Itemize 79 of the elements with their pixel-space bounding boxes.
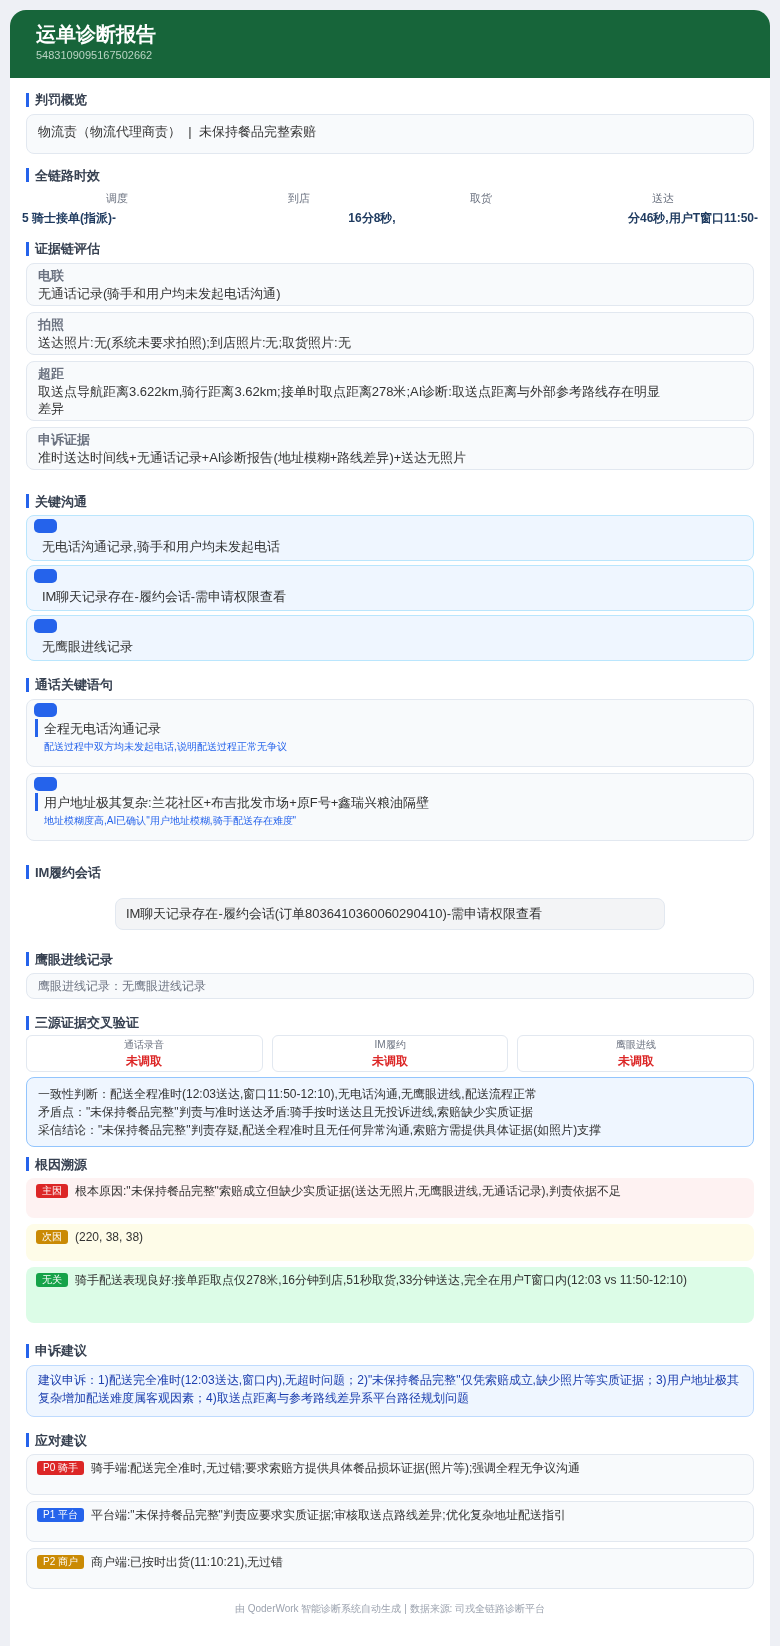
stage-label: 取货 bbox=[470, 192, 492, 204]
stage-label: 到店 bbox=[288, 192, 310, 204]
stage-label: 调度 bbox=[106, 192, 128, 204]
quote-marker bbox=[35, 719, 38, 738]
report-title: 运单诊断报告 bbox=[36, 22, 157, 47]
source-label: 鹰眼进线 bbox=[614, 1037, 657, 1052]
section-marker bbox=[26, 168, 29, 183]
source-status: 未调取 bbox=[371, 1052, 409, 1070]
action-text: 平台端:"未保持餐品完整"判责应要求实质证据;审核取送点路线差异;优化复杂地址配送指引 bbox=[91, 1507, 566, 1524]
source-label: IM履约 bbox=[373, 1037, 407, 1052]
evidence-label: 超距 bbox=[38, 364, 65, 383]
im-notice: IM聊天记录存在-履约会话(订单8036410360060290410)-需申请权限查看 bbox=[115, 898, 665, 930]
communication-text: 无电话沟通记录,骑手和用户均未发起电话 bbox=[41, 538, 281, 556]
section-title: 申诉建议 bbox=[35, 1342, 87, 1360]
quote-note: 配送过程中双方均未发起电话,说明配送过程正常无争议 bbox=[43, 740, 288, 754]
tag-badge bbox=[34, 619, 57, 633]
tag-badge bbox=[34, 776, 57, 791]
section-marker bbox=[26, 952, 29, 967]
section-marker bbox=[26, 92, 29, 107]
hawkeye-text: 鹰眼进线记录：无鹰眼进线记录 bbox=[26, 973, 754, 999]
section-marker bbox=[26, 241, 29, 256]
evidence-label: 电联 bbox=[38, 266, 65, 285]
section-marker bbox=[26, 1157, 29, 1172]
communication-text: IM聊天记录存在-履约会话-需申请权限查看 bbox=[41, 588, 288, 606]
source-status: 未调取 bbox=[616, 1052, 655, 1070]
evidence-label: 申诉证据 bbox=[38, 430, 91, 449]
quote-text: 全程无电话沟通记录 bbox=[44, 719, 161, 738]
evidence-text: 准时送达时间线+无通话记录+AI诊断报告(地址模糊+路线差异)+送达无照片 bbox=[38, 448, 468, 466]
tag-badge bbox=[34, 569, 57, 583]
timeline-text: 5 骑士接单(指派)- bbox=[22, 210, 116, 227]
cause-tag: 无关 bbox=[36, 1273, 68, 1287]
section-marker bbox=[26, 1433, 29, 1448]
section-title: 证据链评估 bbox=[35, 240, 100, 258]
section-title: IM履约会话 bbox=[35, 863, 102, 882]
priority-tag: P0 骑手 bbox=[37, 1461, 84, 1475]
stage-label: 送达 bbox=[652, 192, 674, 204]
evidence-text: 无通话记录(骑手和用户均未发起电话沟通) bbox=[38, 284, 282, 302]
section-marker bbox=[26, 494, 29, 509]
evidence-text: 取送点导航距离3.622km,骑行距离3.62km;接单时取点距离278米;AI诊断:取送点距离与外部参考路线存在明显差异 bbox=[38, 382, 661, 417]
priority-tag: P2 商户 bbox=[37, 1555, 84, 1569]
conclusion-line: 采信结论："未保持餐品完整"判责存疑,配送全程准时且无任何异常沟通,索赔方需提供具体证据(如照片)支撑 bbox=[38, 1121, 603, 1139]
cause-tag: 次因 bbox=[36, 1230, 68, 1244]
section-marker bbox=[26, 677, 29, 692]
section-title: 鹰眼进线记录 bbox=[35, 950, 113, 969]
quote-note: 地址模糊度高,AI已确认"用户地址模糊,骑手配送存在难度" bbox=[43, 814, 298, 828]
conclusion-line: 一致性判断：配送全程准时(12:03送达,窗口11:50-12:10),无电话沟通,无鹰眼进线,配送流程正常 bbox=[38, 1085, 538, 1103]
source-label: 通话录音 bbox=[123, 1037, 166, 1052]
section-title: 全链路时效 bbox=[35, 166, 100, 185]
appeal-text: 建议申诉：1)配送完全准时(12:03送达,窗口内),无超时问题；2)"未保持餐品完整"仅凭索赔成立,缺少照片等实质证据；3)用户地址极其复杂增加配送难度属客观因素；4)取送点距离与参考路线差异系平台路径规划问题 bbox=[26, 1364, 754, 1417]
section-title: 关键沟通 bbox=[35, 492, 87, 511]
conclusion-line: 矛盾点："未保持餐品完整"判责与准时送达矛盾:骑手按时送达且无投诉进线,索赔缺少实质证据 bbox=[38, 1103, 535, 1121]
action-text: 商户端:已按时出货(11:10:21),无过错 bbox=[91, 1554, 284, 1571]
source-status: 未调取 bbox=[125, 1052, 164, 1070]
tag-badge bbox=[34, 702, 57, 717]
cause-text: 根本原因:"未保持餐品完整"索赔成立但缺少实质证据(送达无照片,无鹰眼进线,无通话记录),判责依据不足 bbox=[75, 1183, 621, 1200]
evidence-label: 拍照 bbox=[38, 315, 65, 334]
cause-text: (220, 38, 38) bbox=[75, 1229, 144, 1246]
tag-badge bbox=[34, 519, 57, 533]
section-marker bbox=[26, 1343, 29, 1358]
section-title: 三源证据交叉验证 bbox=[35, 1014, 139, 1032]
order-id: 5483109095167502662 bbox=[36, 48, 154, 62]
section-title: 根因溯源 bbox=[35, 1155, 87, 1174]
communication-text: 无鹰眼进线记录 bbox=[41, 638, 134, 656]
evidence-text: 送达照片:无(系统未要求拍照);到店照片:无;取货照片:无 bbox=[38, 333, 352, 351]
section-title: 应对建议 bbox=[35, 1431, 87, 1450]
priority-tag: P1 平台 bbox=[37, 1508, 84, 1522]
action-text: 骑手端:配送完全准时,无过错;要求索赔方提供具体餐品损坏证据(照片等);强调全程无争议沟通 bbox=[91, 1460, 581, 1477]
cause-tag: 主因 bbox=[36, 1184, 68, 1198]
timeline-text: 分46秒,用户T窗口11:50- bbox=[627, 210, 758, 227]
penalty-text: 物流责（物流代理商责） | 未保持餐品完整索赔 bbox=[38, 122, 317, 141]
quote-text: 用户地址极其复杂:兰花社区+布吉批发市场+原F号+鑫瑞兴粮油隔壁 bbox=[44, 793, 430, 812]
section-title: 判罚概览 bbox=[35, 91, 87, 109]
quote-marker bbox=[35, 793, 38, 812]
section-marker bbox=[26, 865, 29, 880]
section-title: 通话关键语句 bbox=[35, 676, 113, 694]
cause-text: 骑手配送表现良好:接单距取点仅278米,16分钟到店,51秒取货,33分钟送达,完全在用户T窗口内(12:03 vs 11:50-12:10) bbox=[75, 1272, 687, 1289]
section-marker bbox=[26, 1015, 29, 1030]
footer-text: 由 QoderWork 智能诊断系统自动生成 | 数据来源: 司戎全链路诊断平台 bbox=[234, 1602, 546, 1616]
timeline-text: 16分8秒, bbox=[348, 210, 396, 227]
